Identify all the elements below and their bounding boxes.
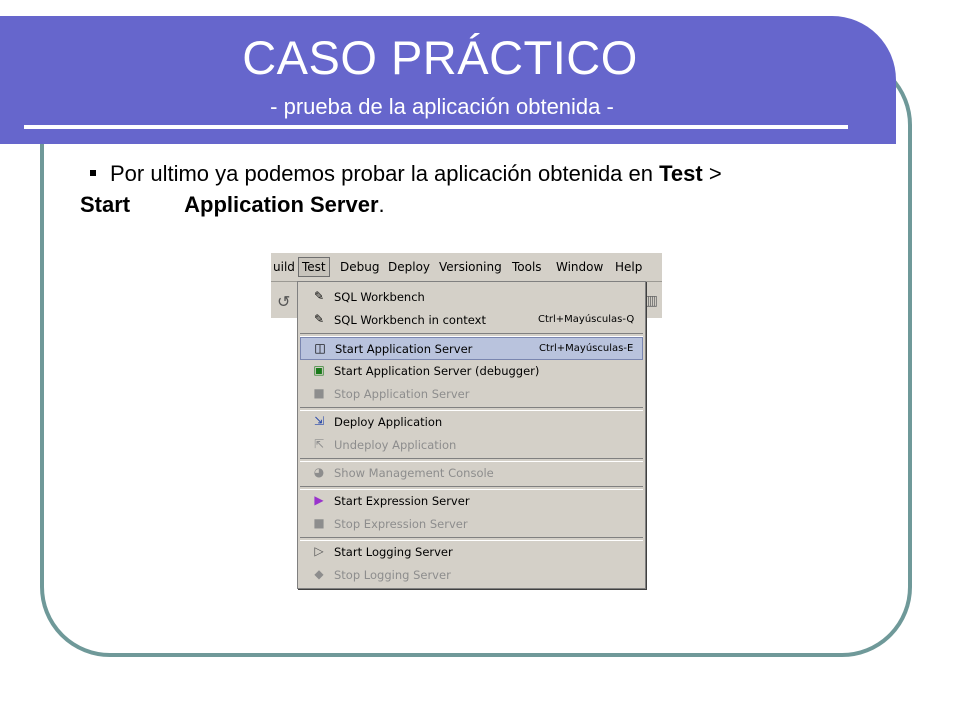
menu-item-sql-workbench-context[interactable]: ✎ SQL Workbench in context Ctrl+Mayúscul… [300, 309, 643, 332]
menu-item-start-expression-server[interactable]: ▶ Start Expression Server [300, 490, 643, 513]
menu-tools[interactable]: Tools [512, 260, 542, 274]
menu-bar: uild Test Debug Deploy Versioning Tools … [271, 253, 662, 282]
debug-server-icon: ▣ [313, 363, 325, 377]
slide-title: CASO PRÁCTICO [242, 31, 638, 84]
menu-debug[interactable]: Debug [340, 260, 379, 274]
menu-deploy[interactable]: Deploy [388, 260, 430, 274]
menu-item-deploy-app[interactable]: ⇲ Deploy Application [300, 411, 643, 434]
bullet-icon [90, 170, 96, 177]
menu-test[interactable]: Test [298, 257, 330, 277]
test-dropdown-menu: ✎ SQL Workbench ✎ SQL Workbench in conte… [297, 281, 646, 589]
menu-item-sql-workbench[interactable]: ✎ SQL Workbench [300, 286, 643, 309]
menu-item-management-console[interactable]: ◕ Show Management Console [300, 462, 643, 485]
undeploy-icon: ⇱ [313, 437, 325, 451]
deploy-icon: ⇲ [313, 414, 325, 428]
play-icon: ▷ [314, 544, 324, 558]
slide-subtitle: - prueba de la aplicación obtenida - [270, 94, 614, 119]
menu-item-stop-logging-server[interactable]: ◆ Stop Logging Server [300, 564, 643, 587]
menu-build[interactable]: uild [273, 260, 295, 274]
title-underline [24, 125, 848, 129]
menu-item-undeploy-app[interactable]: ⇱ Undeploy Application [300, 434, 643, 457]
diamond-icon: ◆ [314, 567, 324, 581]
menu-item-start-logging-server[interactable]: ▷ Start Logging Server [300, 541, 643, 564]
bullet-text: Por ultimo ya podemos probar la aplicaci… [80, 161, 722, 217]
toolbar-icon[interactable]: ▥ [645, 292, 658, 309]
menu-screenshot: uild Test Debug Deploy Versioning Tools … [271, 253, 662, 590]
stop-icon: ■ [313, 386, 325, 400]
menu-versioning[interactable]: Versioning [439, 260, 502, 274]
menu-item-stop-app-server[interactable]: ■ Stop Application Server [300, 383, 643, 406]
pencil-icon: ✎ [313, 289, 325, 303]
undo-icon[interactable]: ↺ [277, 292, 290, 312]
menu-help[interactable]: Help [615, 260, 642, 274]
menu-item-start-app-server[interactable]: ◫ Start Application Server Ctrl+Mayúscul… [300, 337, 643, 360]
server-start-icon: ◫ [314, 341, 326, 355]
pencil-icon: ✎ [313, 312, 325, 326]
menu-item-stop-expression-server[interactable]: ■ Stop Expression Server [300, 513, 643, 536]
menu-window[interactable]: Window [556, 260, 603, 274]
expression-icon: ▶ [314, 493, 324, 507]
stop-icon: ■ [313, 516, 325, 530]
menu-item-start-app-server-debugger[interactable]: ▣ Start Application Server (debugger) [300, 360, 643, 383]
console-icon: ◕ [313, 465, 325, 479]
